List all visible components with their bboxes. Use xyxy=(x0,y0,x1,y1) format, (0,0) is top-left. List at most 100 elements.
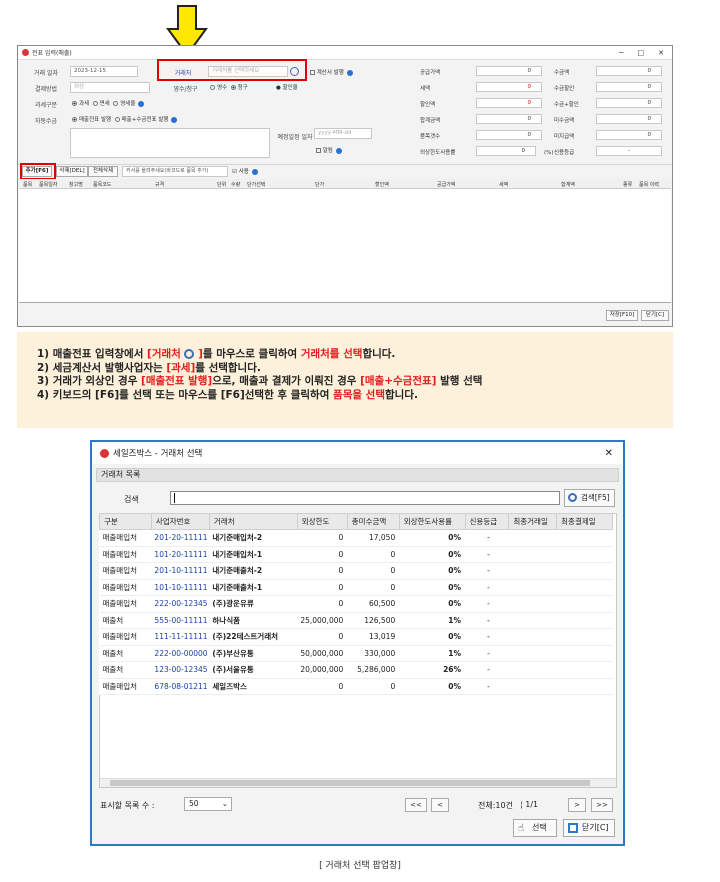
table-cell: - xyxy=(465,546,509,563)
grid-column-header[interactable]: 단위 xyxy=(217,181,226,188)
total-count: 전체:10건 xyxy=(478,801,513,810)
summary-value[interactable]: 0 xyxy=(476,82,542,92)
grid-column-header[interactable]: 품목코드 xyxy=(93,181,111,188)
receipt-radios[interactable]: 영수 청구 xyxy=(210,83,248,91)
close-dialog-button[interactable]: 닫기[C] xyxy=(563,819,615,837)
table-cell: - xyxy=(465,612,509,629)
minimize-icon[interactable]: ─ xyxy=(619,49,623,57)
grid-column-header[interactable]: 품목 xyxy=(23,181,32,188)
search-label: 검색 xyxy=(124,495,139,504)
save-button[interactable]: 저장[F10] xyxy=(606,310,638,321)
table-cell xyxy=(556,595,613,613)
collect-radios[interactable]: 매출전표 발행 매출+수금전표 발행 xyxy=(72,115,178,123)
table-cell: 매출매입처 xyxy=(99,628,152,646)
column-header[interactable]: 최종거래일 xyxy=(508,513,558,530)
tax-type-radios[interactable]: 과세 면세 영세율 xyxy=(72,99,145,107)
column-header[interactable]: 사업자번호 xyxy=(150,513,210,530)
table-row[interactable]: 매출매입처 101-10-11111 내기준매출처-1 0 0 0% - xyxy=(99,579,613,596)
close-button[interactable]: 닫기[C] xyxy=(641,310,669,321)
close-icon[interactable]: ✕ xyxy=(605,448,613,459)
summary-value[interactable]: 0 xyxy=(476,130,542,140)
table-cell xyxy=(556,562,613,580)
collection-value[interactable]: 0 xyxy=(596,114,662,124)
table-cell: 매출매입처 xyxy=(99,595,152,613)
table-row[interactable]: 매출처 222-00-00000 (주)부산유통 50,000,000 330,000 1… xyxy=(99,645,613,662)
summary-value[interactable]: 0 xyxy=(476,114,542,124)
grid-column-header[interactable]: 단가선택 xyxy=(247,181,265,188)
table-row[interactable]: 매출매입처 678-08-01211 세일즈박스 0 0 0% - xyxy=(99,678,613,695)
section-header: 거래처 목록 xyxy=(96,468,619,482)
table-row[interactable]: 매출매입처 222-00-12345 (주)광운유류 0 60,500 0% - xyxy=(99,595,613,613)
alarm-checkbox[interactable]: 알림 xyxy=(316,146,342,154)
summary-value[interactable]: 0 xyxy=(476,66,542,76)
maximize-icon[interactable]: □ xyxy=(638,49,645,57)
grid-column-header[interactable]: 종류 xyxy=(623,181,632,188)
search-input[interactable] xyxy=(170,491,560,505)
memo-area[interactable] xyxy=(70,128,270,158)
table-cell: - xyxy=(465,661,509,679)
table-cell: 0% xyxy=(399,579,466,596)
use-checkbox[interactable]: ☑ 사용 xyxy=(232,167,258,175)
payment-select[interactable]: 외상 xyxy=(70,82,150,93)
grid-column-header[interactable]: 품목일자 xyxy=(39,181,57,188)
column-header[interactable]: 거래처 xyxy=(208,513,298,530)
delete-all-button[interactable]: 전체삭제 xyxy=(88,166,118,177)
select-button[interactable]: ☝ 선택 xyxy=(513,819,557,837)
table-cell: 17,050 xyxy=(347,529,400,547)
table-row[interactable]: 매출매입처 111-11-11111 (주)22테스트거래처 0 13,019 0% - xyxy=(99,628,613,646)
column-header[interactable]: 구분 xyxy=(99,513,152,530)
grid-column-header[interactable]: 합계액 xyxy=(561,181,575,188)
barcode-input[interactable]: 커서를 올려주세요(바코드로 품목 추가) xyxy=(122,166,228,177)
table-row[interactable]: 매출매입처 201-20-11111 내기준매입처-2 0 17,050 0% - xyxy=(99,529,613,547)
collection-value[interactable]: 0 xyxy=(596,66,662,76)
collection-value[interactable]: 0 xyxy=(596,130,662,140)
page-size-select[interactable]: 50 ⌄ xyxy=(184,797,232,811)
column-header[interactable]: 최종결제일 xyxy=(556,513,613,530)
table-cell: 0 xyxy=(297,628,348,646)
grid-column-header[interactable]: 수량 xyxy=(231,181,240,188)
date-input[interactable]: 2023-12-15 xyxy=(70,66,138,77)
grid-column-header[interactable]: 창고명 xyxy=(69,181,83,188)
grid-column-header[interactable]: 세액 xyxy=(499,181,508,188)
collection-value[interactable]: 0 xyxy=(596,82,662,92)
table-row[interactable]: 매출처 555-00-11111 하나식품 25,000,000 126,500 1% - xyxy=(99,612,613,629)
table-cell: 101-20-11111 xyxy=(151,546,210,563)
column-header[interactable]: 외상한도사용률 xyxy=(398,513,466,530)
search-button[interactable]: 검색[F5] xyxy=(564,489,615,507)
table-cell xyxy=(556,612,613,629)
table-cell: 222-00-00000 xyxy=(151,645,210,662)
collection-value[interactable]: 0 xyxy=(596,98,662,108)
grid-column-header[interactable]: 규격 xyxy=(155,181,164,188)
grid-column-header[interactable]: 단가 xyxy=(315,181,324,188)
grid-column-header[interactable]: 품목 이력 xyxy=(639,181,659,188)
dialog-title: 세일즈박스 - 거래처 선택 xyxy=(113,449,203,459)
last-page-button[interactable]: >> xyxy=(591,798,613,812)
discount-button[interactable]: ● 할인율 xyxy=(276,83,298,91)
table-cell: 201-10-11111 xyxy=(151,562,210,580)
delete-button[interactable]: 삭제[DEL] xyxy=(56,166,88,177)
table-row[interactable]: 매출처 123-00-12345 (주)서울유통 20,000,000 5,286,00… xyxy=(99,661,613,679)
horizontal-scrollbar[interactable] xyxy=(100,778,616,787)
column-header[interactable]: 신용등급 xyxy=(464,513,510,530)
table-cell: 0 xyxy=(347,562,400,580)
next-page-button[interactable]: > xyxy=(568,798,586,812)
table-row[interactable]: 매출매입처 201-10-11111 내기준매출처-2 0 0 0% - xyxy=(99,562,613,580)
summary-value[interactable]: 0 xyxy=(476,146,536,156)
close-icon[interactable]: ✕ xyxy=(658,49,664,57)
invoice-checkbox[interactable]: 계산서 발행 xyxy=(310,68,353,76)
prev-page-button[interactable]: < xyxy=(431,798,449,812)
item-grid-body[interactable] xyxy=(19,189,671,303)
column-header[interactable]: 총미수금액 xyxy=(346,513,400,530)
collection-value[interactable]: - xyxy=(596,146,662,156)
info-icon xyxy=(335,147,342,154)
table-row[interactable]: 매출매입처 101-20-11111 내기준매입처-1 0 0 0% - xyxy=(99,546,613,563)
summary-label: 세액 xyxy=(420,86,431,92)
grid-column-header[interactable]: 할인액 xyxy=(375,181,389,188)
column-header[interactable]: 외상한도 xyxy=(296,513,348,530)
schedule-date-input[interactable]: yyyy-MM-dd xyxy=(314,128,372,139)
collection-label: 신용등급 xyxy=(554,150,575,156)
grid-column-header[interactable]: 공급가액 xyxy=(437,181,455,188)
first-page-button[interactable]: << xyxy=(405,798,427,812)
sales-slip-window: 전표 입력(매출) ─ □ ✕ 거래 일자 2023-12-15 결제방법 외상… xyxy=(17,45,673,327)
summary-value[interactable]: 0 xyxy=(476,98,542,108)
